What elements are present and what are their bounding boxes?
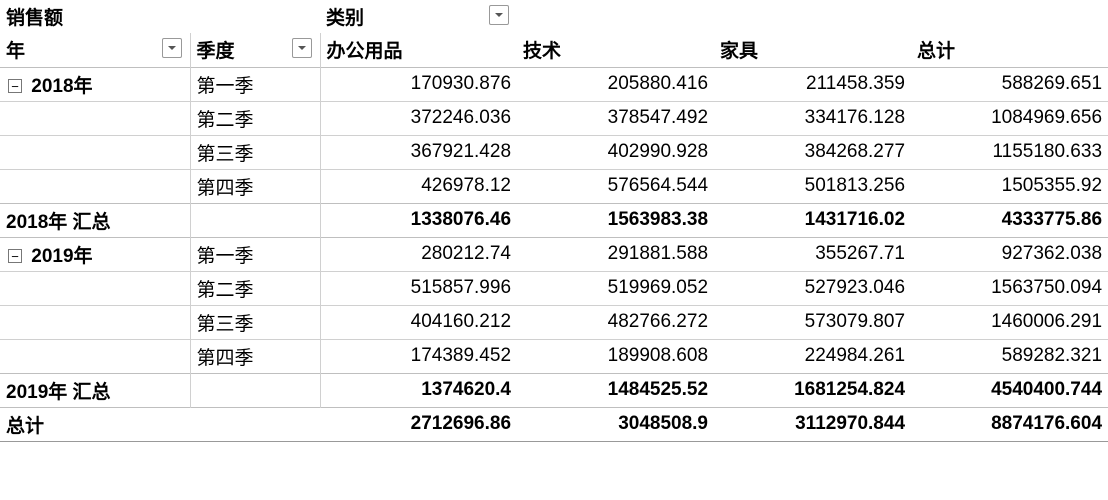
value-cell[interactable]: 1084969.656 <box>911 101 1108 135</box>
value-cell[interactable]: 2712696.86 <box>320 407 517 441</box>
value-cell[interactable]: 589282.321 <box>911 339 1108 373</box>
table-row: − 2019年 第一季 280212.74 291881.588 355267.… <box>0 237 1108 271</box>
value-cell[interactable]: 1505355.92 <box>911 169 1108 203</box>
table-row: 第三季 404160.212 482766.272 573079.807 146… <box>0 305 1108 339</box>
value-cell[interactable]: 1563750.094 <box>911 271 1108 305</box>
quarter-cell[interactable]: 第四季 <box>190 169 320 203</box>
value-cell[interactable]: 1155180.633 <box>911 135 1108 169</box>
value-cell[interactable]: 588269.651 <box>911 67 1108 101</box>
value-cell[interactable]: 211458.359 <box>714 67 911 101</box>
value-cell[interactable]: 291881.588 <box>517 237 714 271</box>
row-quarter-cell[interactable]: 季度 <box>190 33 320 67</box>
value-cell[interactable]: 1484525.52 <box>517 373 714 407</box>
column-dim-label: 类别 <box>326 8 364 29</box>
value-cell[interactable]: 515857.996 <box>320 271 517 305</box>
year-cell[interactable]: − 2019年 <box>0 237 190 271</box>
value-cell[interactable]: 482766.272 <box>517 305 714 339</box>
value-cell[interactable]: 3112970.844 <box>714 407 911 441</box>
subtotal-row: 2018年 汇总 1338076.46 1563983.38 1431716.0… <box>0 203 1108 237</box>
table-row: 第二季 372246.036 378547.492 334176.128 108… <box>0 101 1108 135</box>
subtotal-label[interactable]: 2018年 汇总 <box>0 203 190 237</box>
table-row: 第二季 515857.996 519969.052 527923.046 156… <box>0 271 1108 305</box>
value-cell[interactable]: 355267.71 <box>714 237 911 271</box>
collapse-icon[interactable]: − <box>8 79 22 93</box>
value-cell[interactable]: 1338076.46 <box>320 203 517 237</box>
pivot-table: 销售额 类别 年 季度 办公用品 技术 家具 总计 − <box>0 0 1108 442</box>
table-row: − 2018年 第一季 170930.876 205880.416 211458… <box>0 67 1108 101</box>
value-cell[interactable]: 8874176.604 <box>911 407 1108 441</box>
measure-label: 销售额 <box>0 0 320 33</box>
column-dim-cell[interactable]: 类别 <box>320 0 517 33</box>
subtotal-label[interactable]: 2019年 汇总 <box>0 373 190 407</box>
value-cell[interactable]: 576564.544 <box>517 169 714 203</box>
value-cell[interactable]: 205880.416 <box>517 67 714 101</box>
col-header[interactable]: 家具 <box>714 33 911 67</box>
dropdown-icon[interactable] <box>292 38 312 58</box>
row-year-label: 年 <box>6 41 25 62</box>
value-cell[interactable]: 334176.128 <box>714 101 911 135</box>
quarter-cell[interactable]: 第三季 <box>190 135 320 169</box>
grand-total-label[interactable]: 总计 <box>0 407 190 441</box>
value-cell[interactable]: 1431716.02 <box>714 203 911 237</box>
col-header-total[interactable]: 总计 <box>911 33 1108 67</box>
collapse-icon[interactable]: − <box>8 249 22 263</box>
quarter-cell[interactable]: 第一季 <box>190 67 320 101</box>
value-cell[interactable]: 1460006.291 <box>911 305 1108 339</box>
value-cell[interactable]: 426978.12 <box>320 169 517 203</box>
table-row: 第四季 426978.12 576564.544 501813.256 1505… <box>0 169 1108 203</box>
year-cell[interactable]: − 2018年 <box>0 67 190 101</box>
quarter-cell[interactable]: 第三季 <box>190 305 320 339</box>
subtotal-row: 2019年 汇总 1374620.4 1484525.52 1681254.82… <box>0 373 1108 407</box>
quarter-cell[interactable]: 第二季 <box>190 271 320 305</box>
quarter-cell[interactable]: 第二季 <box>190 101 320 135</box>
dropdown-icon[interactable] <box>489 5 509 25</box>
value-cell[interactable]: 927362.038 <box>911 237 1108 271</box>
value-cell[interactable]: 189908.608 <box>517 339 714 373</box>
table-row: 第四季 174389.452 189908.608 224984.261 589… <box>0 339 1108 373</box>
header-row-1: 销售额 类别 <box>0 0 1108 33</box>
col-header[interactable]: 办公用品 <box>320 33 517 67</box>
year-label: 2018年 <box>31 76 92 97</box>
value-cell[interactable]: 404160.212 <box>320 305 517 339</box>
value-cell[interactable]: 3048508.9 <box>517 407 714 441</box>
value-cell[interactable]: 174389.452 <box>320 339 517 373</box>
value-cell[interactable]: 224984.261 <box>714 339 911 373</box>
row-year-cell[interactable]: 年 <box>0 33 190 67</box>
value-cell[interactable]: 527923.046 <box>714 271 911 305</box>
value-cell[interactable]: 280212.74 <box>320 237 517 271</box>
value-cell[interactable]: 367921.428 <box>320 135 517 169</box>
table-row: 第三季 367921.428 402990.928 384268.277 115… <box>0 135 1108 169</box>
value-cell[interactable]: 573079.807 <box>714 305 911 339</box>
value-cell[interactable]: 4540400.744 <box>911 373 1108 407</box>
header-row-2: 年 季度 办公用品 技术 家具 总计 <box>0 33 1108 67</box>
quarter-cell[interactable]: 第四季 <box>190 339 320 373</box>
value-cell[interactable]: 519969.052 <box>517 271 714 305</box>
value-cell[interactable]: 372246.036 <box>320 101 517 135</box>
row-quarter-label: 季度 <box>197 41 235 62</box>
value-cell[interactable]: 1563983.38 <box>517 203 714 237</box>
value-cell[interactable]: 4333775.86 <box>911 203 1108 237</box>
year-label: 2019年 <box>31 246 92 267</box>
grand-total-row: 总计 2712696.86 3048508.9 3112970.844 8874… <box>0 407 1108 441</box>
value-cell[interactable]: 1681254.824 <box>714 373 911 407</box>
value-cell[interactable]: 170930.876 <box>320 67 517 101</box>
quarter-cell[interactable]: 第一季 <box>190 237 320 271</box>
col-header[interactable]: 技术 <box>517 33 714 67</box>
value-cell[interactable]: 384268.277 <box>714 135 911 169</box>
value-cell[interactable]: 402990.928 <box>517 135 714 169</box>
value-cell[interactable]: 501813.256 <box>714 169 911 203</box>
value-cell[interactable]: 378547.492 <box>517 101 714 135</box>
value-cell[interactable]: 1374620.4 <box>320 373 517 407</box>
dropdown-icon[interactable] <box>162 38 182 58</box>
